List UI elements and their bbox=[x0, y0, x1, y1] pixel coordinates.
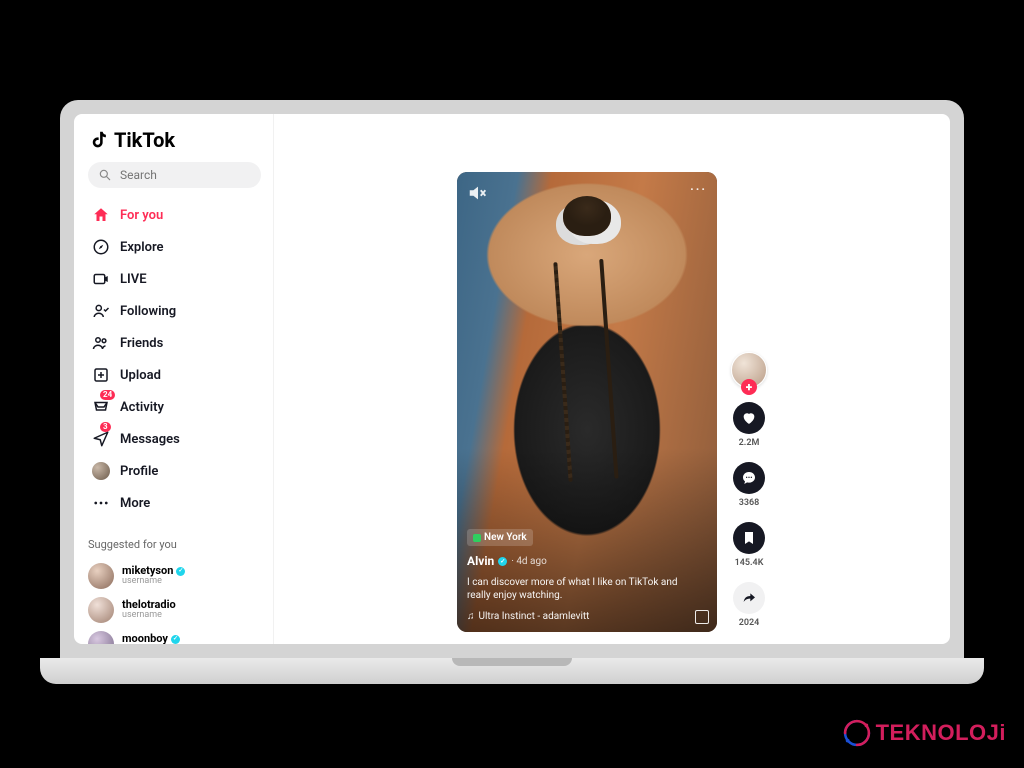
video-time: 4d ago bbox=[516, 556, 547, 567]
nav-label: Friends bbox=[120, 336, 163, 351]
suggested-account[interactable]: miketyson username bbox=[88, 559, 261, 593]
live-icon bbox=[92, 270, 110, 288]
friends-icon bbox=[92, 334, 110, 352]
avatar bbox=[88, 597, 114, 623]
nav-more[interactable]: More bbox=[88, 488, 261, 518]
nav-profile[interactable]: Profile bbox=[88, 456, 261, 486]
fullscreen-icon[interactable] bbox=[695, 610, 709, 624]
activity-badge: 24 bbox=[100, 390, 115, 400]
action-rail: + 2.2M 3368 145.4K bbox=[731, 352, 767, 632]
nav-label: LIVE bbox=[120, 272, 147, 287]
author-avatar[interactable]: + bbox=[731, 352, 767, 388]
more-icon bbox=[92, 494, 110, 512]
laptop-base bbox=[40, 658, 984, 684]
nav-for-you[interactable]: For you bbox=[88, 200, 261, 230]
nav-messages[interactable]: 3 Messages bbox=[88, 424, 261, 454]
nav-label: For you bbox=[120, 208, 163, 223]
nav-label: More bbox=[120, 496, 150, 511]
video-music[interactable]: ♫ Ultra Instinct - adamlevitt bbox=[467, 611, 589, 622]
feed: ··· New York Alvin · 4d ago I can discov… bbox=[274, 114, 950, 644]
laptop-frame: TikTok For you Explore bbox=[60, 100, 964, 684]
home-icon bbox=[92, 206, 110, 224]
music-note-icon: ♫ bbox=[467, 611, 475, 622]
suggested-title: Suggested for you bbox=[88, 538, 261, 551]
save-count: 145.4K bbox=[735, 558, 764, 568]
person-check-icon bbox=[92, 302, 110, 320]
nav-activity[interactable]: 24 Activity bbox=[88, 392, 261, 422]
app-logo-text: TikTok bbox=[114, 128, 175, 152]
location-text: New York bbox=[484, 532, 527, 543]
avatar bbox=[88, 563, 114, 589]
location-pin-icon bbox=[473, 534, 481, 542]
verified-icon bbox=[176, 567, 185, 576]
like-count: 2.2M bbox=[739, 438, 760, 448]
share-button[interactable]: 2024 bbox=[733, 582, 765, 628]
app-window: TikTok For you Explore bbox=[74, 114, 950, 644]
avatar bbox=[88, 631, 114, 644]
nav-label: Activity bbox=[120, 400, 164, 415]
nav-label: Explore bbox=[120, 240, 164, 255]
suggested-sub: username bbox=[122, 577, 185, 587]
app-logo[interactable]: TikTok bbox=[88, 128, 261, 152]
watermark-logo: TEKNOLOJi bbox=[840, 716, 1006, 750]
suggested-account[interactable]: moonboy username bbox=[88, 627, 261, 644]
video-player[interactable]: ··· New York Alvin · 4d ago I can discov… bbox=[457, 172, 717, 632]
profile-avatar-icon bbox=[92, 462, 110, 480]
video-caption: I can discover more of what I like on Ti… bbox=[467, 576, 693, 602]
like-button[interactable]: 2.2M bbox=[733, 402, 765, 448]
share-count: 2024 bbox=[739, 618, 760, 628]
primary-nav: For you Explore LIVE Following bbox=[88, 200, 261, 518]
sidebar: TikTok For you Explore bbox=[74, 114, 274, 644]
comment-count: 3368 bbox=[739, 498, 760, 508]
music-text: Ultra Instinct - adamlevitt bbox=[479, 611, 590, 622]
suggested-sub: username bbox=[122, 611, 176, 621]
verified-icon bbox=[498, 557, 507, 566]
nav-explore[interactable]: Explore bbox=[88, 232, 261, 262]
verified-icon bbox=[171, 635, 180, 644]
save-button[interactable]: 145.4K bbox=[733, 522, 765, 568]
video-row: ··· New York Alvin · 4d ago I can discov… bbox=[457, 126, 767, 632]
nav-label: Profile bbox=[120, 464, 158, 479]
nav-friends[interactable]: Friends bbox=[88, 328, 261, 358]
comment-icon bbox=[733, 462, 765, 494]
nav-label: Upload bbox=[120, 368, 161, 383]
search-input-wrap[interactable] bbox=[88, 162, 261, 188]
mute-icon[interactable] bbox=[467, 182, 489, 204]
video-more-button[interactable]: ··· bbox=[690, 182, 707, 196]
bookmark-icon bbox=[733, 522, 765, 554]
watermark-text: TEKNOLOJi bbox=[876, 720, 1006, 746]
nav-live[interactable]: LIVE bbox=[88, 264, 261, 294]
suggested-account[interactable]: thelotradio username bbox=[88, 593, 261, 627]
watermark-swirl-icon bbox=[840, 716, 874, 750]
follow-plus-icon[interactable]: + bbox=[741, 379, 757, 395]
share-icon bbox=[733, 582, 765, 614]
compass-icon bbox=[92, 238, 110, 256]
search-input[interactable] bbox=[120, 168, 251, 182]
heart-icon bbox=[733, 402, 765, 434]
tiktok-note-icon bbox=[88, 129, 110, 151]
comment-button[interactable]: 3368 bbox=[733, 462, 765, 508]
nav-following[interactable]: Following bbox=[88, 296, 261, 326]
inbox-icon bbox=[92, 398, 110, 416]
video-author[interactable]: Alvin · 4d ago bbox=[467, 554, 547, 568]
nav-upload[interactable]: Upload bbox=[88, 360, 261, 390]
location-tag[interactable]: New York bbox=[467, 529, 533, 546]
nav-label: Following bbox=[120, 304, 176, 319]
upload-icon bbox=[92, 366, 110, 384]
suggested-name: moonboy bbox=[122, 633, 168, 644]
nav-label: Messages bbox=[120, 432, 180, 447]
search-icon bbox=[98, 168, 112, 182]
screen-bezel: TikTok For you Explore bbox=[60, 100, 964, 658]
send-icon bbox=[92, 430, 110, 448]
messages-badge: 3 bbox=[100, 422, 111, 432]
author-name: Alvin bbox=[467, 554, 494, 568]
